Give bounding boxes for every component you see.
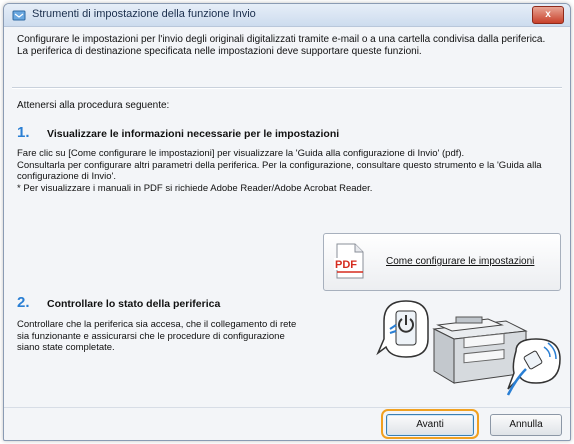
power-switch-icon	[376, 300, 429, 358]
step-2-description: Controllare che la periferica sia accesa…	[17, 319, 297, 353]
pdf-icon-text: PDF	[335, 259, 357, 271]
pdf-document-icon: PDF	[334, 243, 364, 279]
next-button[interactable]: Avanti	[386, 414, 474, 436]
title-bar[interactable]: Strumenti di impostazione della funzione…	[4, 4, 570, 27]
intro-line-2: La periferica di destinazione specificat…	[17, 46, 422, 57]
close-button[interactable]: x	[532, 6, 564, 24]
divider	[12, 87, 562, 89]
network-cable-icon	[506, 338, 561, 396]
procedure-label: Attenersi alla procedura seguente:	[17, 100, 170, 111]
app-icon	[12, 10, 26, 21]
step-1-title: Visualizzare le informazioni necessarie …	[47, 128, 340, 140]
intro-line-1: Configurare le impostazioni per l'invio …	[17, 34, 546, 45]
how-to-configure-label: Come configurare le impostazioni	[386, 256, 535, 267]
step-1-desc-line-1: Fare clic su [Come configurare le impost…	[17, 148, 465, 159]
cancel-button[interactable]: Annulla	[490, 414, 562, 436]
device-status-illustration	[376, 300, 561, 396]
step-2-number: 2.	[17, 294, 30, 311]
step-1-number: 1.	[17, 124, 30, 141]
step-1-desc-line-3: * Per visualizzare i manuali in PDF si r…	[17, 182, 373, 194]
footer-divider	[4, 407, 570, 408]
step-1-desc-line-2: Consultarla per configurare altri parame…	[17, 159, 542, 183]
how-to-configure-button[interactable]: PDF Come configurare le impostazioni	[323, 233, 561, 291]
close-icon: x	[545, 9, 551, 20]
printer-icon	[432, 316, 528, 384]
window-title: Strumenti di impostazione della funzione…	[32, 8, 256, 20]
step-2-title: Controllare lo stato della periferica	[47, 298, 221, 310]
dialog-window: Strumenti di impostazione della funzione…	[3, 3, 571, 441]
step-1-description: Fare clic su [Come configurare le impost…	[17, 148, 562, 194]
intro-text: Configurare le impostazioni per l'invio …	[17, 34, 562, 58]
